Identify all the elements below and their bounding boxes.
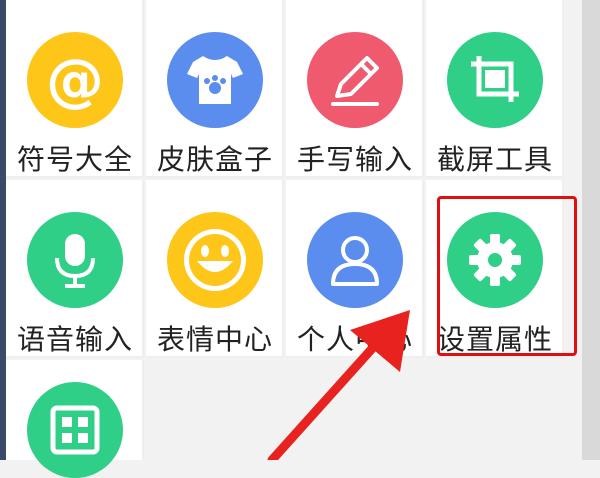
- right-edge: [582, 0, 600, 460]
- highlight-box: [437, 196, 577, 356]
- tshirt-icon: [167, 32, 263, 128]
- tile-handwriting[interactable]: 手写输入: [286, 0, 424, 178]
- tile-label: 截屏工具: [436, 143, 553, 176]
- tile-voice[interactable]: 语音输入: [6, 180, 144, 358]
- tile-skins[interactable]: 皮肤盒子: [146, 0, 284, 178]
- tile-label: 皮肤盒子: [156, 143, 273, 176]
- tile-screenshot[interactable]: 截屏工具: [426, 0, 564, 178]
- crop-icon: [447, 32, 543, 128]
- at-sign-icon: @: [27, 32, 123, 128]
- user-icon: [307, 212, 403, 308]
- grid-icon: [27, 382, 123, 478]
- microphone-icon: [27, 212, 123, 308]
- smiley-icon: [167, 212, 263, 308]
- tile-symbols[interactable]: @ 符号大全: [6, 0, 144, 178]
- tile-label: 符号大全: [16, 143, 133, 176]
- tile-more[interactable]: [6, 360, 144, 478]
- tile-label: 手写输入: [296, 143, 413, 176]
- tile-label: 语音输入: [16, 323, 133, 356]
- pencil-icon: [307, 32, 403, 128]
- pointer-arrow: [267, 310, 410, 460]
